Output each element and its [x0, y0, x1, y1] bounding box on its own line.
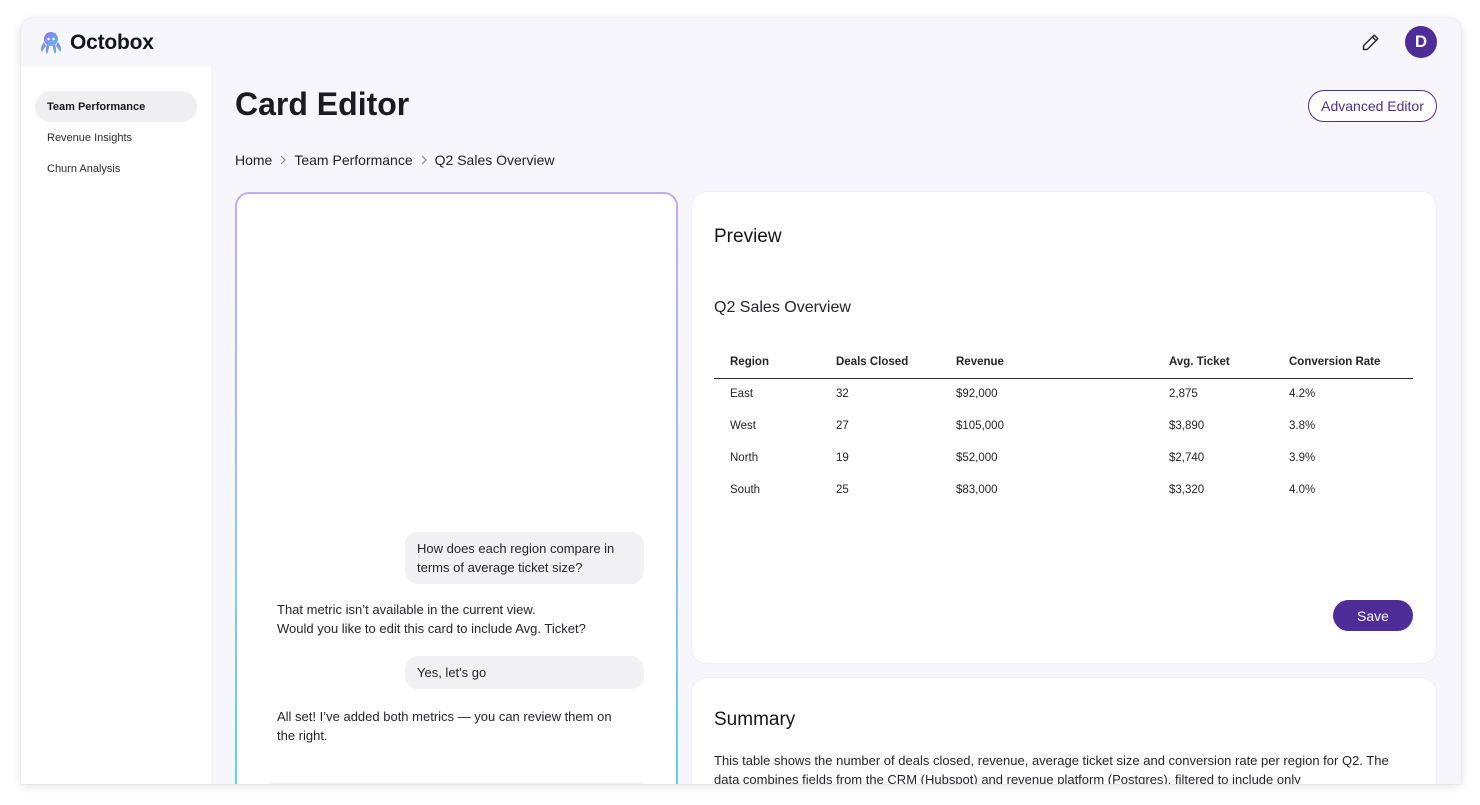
table-cell: 4.2% — [1289, 388, 1316, 401]
table-cell: 32 — [836, 388, 849, 401]
pencil-icon[interactable] — [1360, 31, 1382, 53]
card-title: Q2 Sales Overview — [714, 299, 851, 316]
assistant-message-line: Would you like to edit this card to incl… — [277, 621, 586, 636]
table-cell: West — [730, 420, 756, 432]
top-bar: Octobox D — [21, 18, 1461, 68]
table-row: East 32 $92,000 2,875 4.2% — [714, 378, 1413, 410]
table-cell: $92,000 — [956, 388, 998, 401]
chat-input[interactable] — [261, 783, 653, 784]
table-cell: 3.9% — [1289, 452, 1316, 464]
column-header: Avg. Ticket — [1153, 346, 1273, 379]
chat-thread: How does each region compare in terms of… — [237, 194, 676, 784]
column-header: Deals Closed — [820, 346, 940, 379]
table-cell: $83,000 — [956, 484, 998, 496]
column-header: Revenue — [940, 346, 1153, 379]
table-cell: 2,875 — [1169, 388, 1198, 401]
preview-title: Preview — [714, 226, 782, 247]
summary-title: Summary — [714, 709, 796, 730]
chat-panel: How does each region compare in terms of… — [235, 192, 678, 784]
table-cell: $3,890 — [1169, 420, 1205, 432]
table-cell: $52,000 — [956, 452, 998, 464]
chevron-right-icon — [272, 155, 294, 165]
advanced-editor-button[interactable]: Advanced Editor — [1308, 90, 1437, 122]
sidebar-item-churn-analysis[interactable]: Churn Analysis — [35, 153, 197, 184]
sidebar-item-revenue-insights[interactable]: Revenue Insights — [35, 122, 197, 153]
table-cell: 19 — [836, 452, 849, 464]
assistant-message: That metric isn’t available in the curre… — [277, 600, 637, 638]
table-cell: 3.8% — [1289, 420, 1316, 432]
table-cell: East — [730, 388, 754, 401]
octopus-logo-icon — [40, 32, 62, 54]
assistant-message: All set! I’ve added both metrics — you c… — [277, 709, 612, 743]
brand[interactable]: Octobox — [38, 30, 154, 56]
data-table: Region Deals Closed Revenue Avg. Ticket … — [714, 346, 1413, 506]
breadcrumb-team-performance[interactable]: Team Performance — [294, 152, 412, 168]
avatar[interactable]: D — [1405, 26, 1437, 58]
summary-text: This table shows the number of deals clo… — [714, 753, 1389, 784]
column-header: Region — [714, 346, 820, 379]
app-name: Octobox — [70, 31, 154, 54]
breadcrumb: Home Team Performance Q2 Sales Overview — [235, 152, 554, 168]
sidebar: Team Performance Revenue Insights Churn … — [21, 67, 211, 784]
breadcrumb-home[interactable]: Home — [235, 152, 272, 168]
save-button[interactable]: Save — [1333, 600, 1413, 631]
summary-card: Summary This table shows the number of d… — [692, 678, 1436, 784]
user-message: How does each region compare in terms of… — [405, 532, 644, 584]
table-row: South 25 $83,000 $3,320 4.0% — [714, 474, 1413, 506]
table-cell: 4.0% — [1289, 484, 1316, 496]
page-title: Card Editor — [235, 86, 410, 122]
app-window: Octobox D Team Performance Revenue Insig… — [21, 18, 1461, 784]
table-cell: 25 — [836, 484, 849, 496]
table-cell: North — [730, 452, 759, 464]
assistant-message-line: That metric isn’t available in the curre… — [277, 602, 536, 617]
table-row: West 27 $105,000 $3,890 3.8% — [714, 410, 1413, 442]
user-message: Yes, let's go — [405, 656, 644, 689]
table-cell: 27 — [836, 420, 849, 432]
column-header: Conversion Rate — [1273, 346, 1413, 379]
sidebar-item-team-performance[interactable]: Team Performance — [35, 91, 197, 122]
chevron-right-icon — [413, 155, 435, 165]
table-cell: South — [730, 484, 761, 496]
table-cell: $2,740 — [1169, 452, 1205, 464]
table-cell: $3,320 — [1169, 484, 1205, 496]
table-row: North 19 $52,000 $2,740 3.9% — [714, 442, 1413, 474]
table-cell: $105,000 — [956, 420, 1004, 432]
breadcrumb-current: Q2 Sales Overview — [434, 152, 555, 168]
preview-card: Preview Q2 Sales Overview Region Deals C… — [692, 192, 1436, 663]
table-header-row: Region Deals Closed Revenue Avg. Ticket … — [714, 346, 1413, 379]
